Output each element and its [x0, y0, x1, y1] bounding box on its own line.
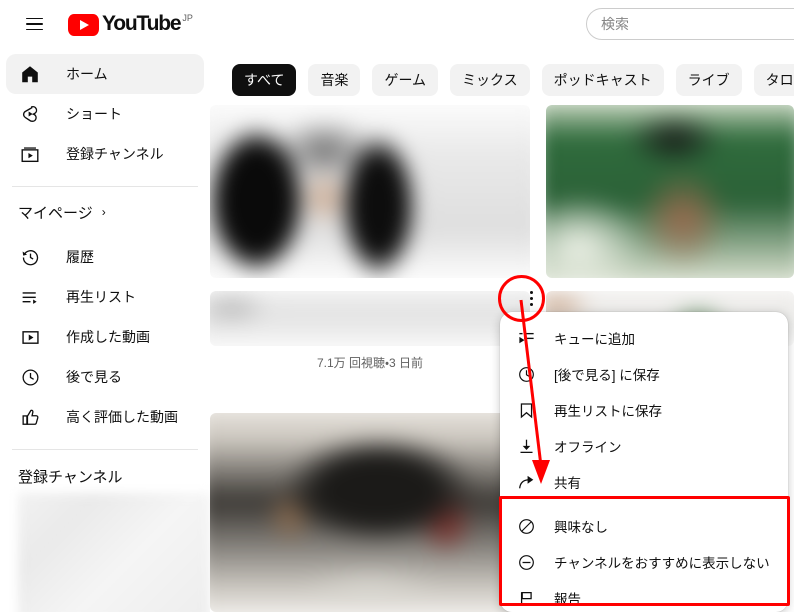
youtube-country-code: JP: [182, 12, 193, 23]
filter-chip-gaming[interactable]: ゲーム: [372, 64, 439, 96]
menu-item-not-interested[interactable]: 興味なし: [500, 508, 788, 544]
sidebar-divider-2: [12, 449, 198, 450]
menu-item-save-to-playlist[interactable]: 再生リストに保存: [500, 392, 788, 428]
sidebar-item-label: ホーム: [66, 66, 108, 82]
home-icon: [18, 62, 42, 86]
menu-item-label: キューに追加: [554, 332, 635, 347]
hamburger-menu-icon[interactable]: [14, 4, 54, 44]
youtube-wordmark: YouTube: [102, 11, 182, 35]
youtube-logo[interactable]: YouTube JP: [68, 11, 193, 36]
playlists-icon: [18, 285, 42, 309]
sidebar-item-label: 作成した動画: [66, 329, 150, 345]
sidebar-item-label: 高く評価した動画: [66, 409, 178, 425]
sidebar-item-history[interactable]: 履歴: [6, 237, 204, 277]
sidebar-item-label: 再生リスト: [66, 289, 136, 305]
filter-chip-live[interactable]: ライブ: [675, 64, 742, 96]
video-thumbnail[interactable]: [210, 105, 530, 278]
menu-item-label: オフライン: [554, 440, 622, 455]
sidebar-item-liked-videos[interactable]: 高く評価した動画: [6, 397, 204, 437]
video-thumbnail[interactable]: [210, 291, 530, 346]
sidebar-item-home[interactable]: ホーム: [6, 54, 204, 94]
report-flag-icon: [514, 589, 538, 608]
filter-chip-all[interactable]: すべて: [232, 64, 297, 96]
sidebar-item-playlists[interactable]: 再生リスト: [6, 277, 204, 317]
sidebar-item-subscriptions[interactable]: 登録チャンネル: [6, 134, 204, 174]
video-card[interactable]: [210, 413, 530, 612]
filter-chip-mixes[interactable]: ミックス: [450, 64, 530, 96]
thumbnail-image-blurred: [210, 291, 530, 346]
sidebar-divider-1: [12, 186, 198, 187]
menu-item-label: 報告: [554, 592, 581, 607]
save-to-playlist-bookmark-icon: [514, 401, 538, 420]
watch-later-icon: [18, 365, 42, 389]
video-options-context-menu: キューに追加 [後で見る] に保存 再生リストに保存 オフライン 共有 興味なし…: [500, 312, 788, 612]
filter-chip-music[interactable]: 音楽: [308, 64, 361, 96]
thumbnail-image-blurred: [210, 105, 530, 278]
thumbnail-image-blurred: [546, 105, 794, 278]
video-card[interactable]: [546, 105, 794, 278]
filter-chip-bar: すべて 音楽 ゲーム ミックス ポッドキャスト ライブ タロット: [210, 58, 794, 102]
top-bar: YouTube JP: [0, 0, 794, 48]
sidebar-item-label: ショート: [66, 106, 122, 122]
watch-later-clock-icon: [514, 365, 538, 384]
menu-item-label: チャンネルをおすすめに表示しない: [554, 556, 770, 571]
video-thumbnail[interactable]: [210, 413, 530, 612]
liked-videos-icon: [18, 405, 42, 429]
video-row-1: [210, 105, 794, 278]
search-input[interactable]: [601, 16, 794, 32]
filter-chip-tarot[interactable]: タロット: [753, 64, 794, 96]
search-area: [586, 8, 794, 40]
menu-item-share[interactable]: 共有: [500, 464, 788, 500]
sidebar-item-shorts[interactable]: ショート: [6, 94, 204, 134]
youtube-play-icon: [68, 13, 99, 36]
sidebar-you-items: 履歴 再生リスト 作成した動画 後で見る 高く評価した動画: [0, 231, 210, 443]
sidebar-item-label: 履歴: [66, 249, 94, 265]
sidebar-subscriptions-heading: 登録チャンネル: [18, 469, 123, 486]
sidebar-item-label: 後で見る: [66, 369, 122, 385]
video-card[interactable]: [210, 105, 530, 278]
video-thumbnail[interactable]: [546, 105, 794, 278]
video-card-with-menu[interactable]: 7.1万 回視聴・3 日前: [210, 291, 530, 371]
add-to-queue-icon: [514, 329, 538, 348]
menu-item-dont-recommend-channel[interactable]: チャンネルをおすすめに表示しない: [500, 544, 788, 580]
menu-item-label: 再生リストに保存: [554, 404, 662, 419]
menu-item-add-to-queue[interactable]: キューに追加: [500, 320, 788, 356]
subscriptions-icon: [18, 142, 42, 166]
kebab-menu-button[interactable]: [516, 283, 546, 313]
menu-item-save-to-watch-later[interactable]: [後で見る] に保存: [500, 356, 788, 392]
thumbnail-image-blurred: [210, 413, 530, 612]
filter-chip-podcasts[interactable]: ポッドキャスト: [541, 64, 664, 96]
shorts-icon: [18, 102, 42, 126]
menu-item-label: 共有: [554, 476, 581, 491]
sidebar-item-watch-later[interactable]: 後で見る: [6, 357, 204, 397]
menu-item-label: 興味なし: [554, 520, 608, 535]
search-box[interactable]: [586, 8, 794, 40]
sidebar-you-label: マイページ: [18, 204, 93, 222]
menu-item-label: [後で見る] に保存: [554, 368, 660, 383]
menu-item-download-offline[interactable]: オフライン: [500, 428, 788, 464]
menu-item-report[interactable]: 報告: [500, 580, 788, 612]
sidebar-subscription-thumbnail-blurred[interactable]: [18, 493, 210, 612]
history-icon: [18, 245, 42, 269]
your-videos-icon: [18, 325, 42, 349]
share-arrow-icon: [514, 473, 538, 492]
sidebar-item-your-videos[interactable]: 作成した動画: [6, 317, 204, 357]
not-interested-icon: [514, 517, 538, 536]
sidebar-item-label: 登録チャンネル: [66, 146, 164, 162]
sidebar-you-section-header[interactable]: マイページ ›: [0, 193, 210, 231]
chevron-right-icon: ›: [101, 205, 106, 219]
sidebar-primary-section: ホーム ショート 登録チャンネル: [0, 48, 210, 180]
youtube-home-page: YouTube JP ホーム: [0, 0, 794, 612]
video-meta: 7.1万 回視聴・3 日前: [316, 356, 424, 370]
dont-recommend-channel-icon: [514, 553, 538, 572]
download-offline-icon: [514, 437, 538, 456]
sidebar: ホーム ショート 登録チャンネル マイページ › 履歴 再生リスト 作成した動画…: [0, 48, 210, 612]
